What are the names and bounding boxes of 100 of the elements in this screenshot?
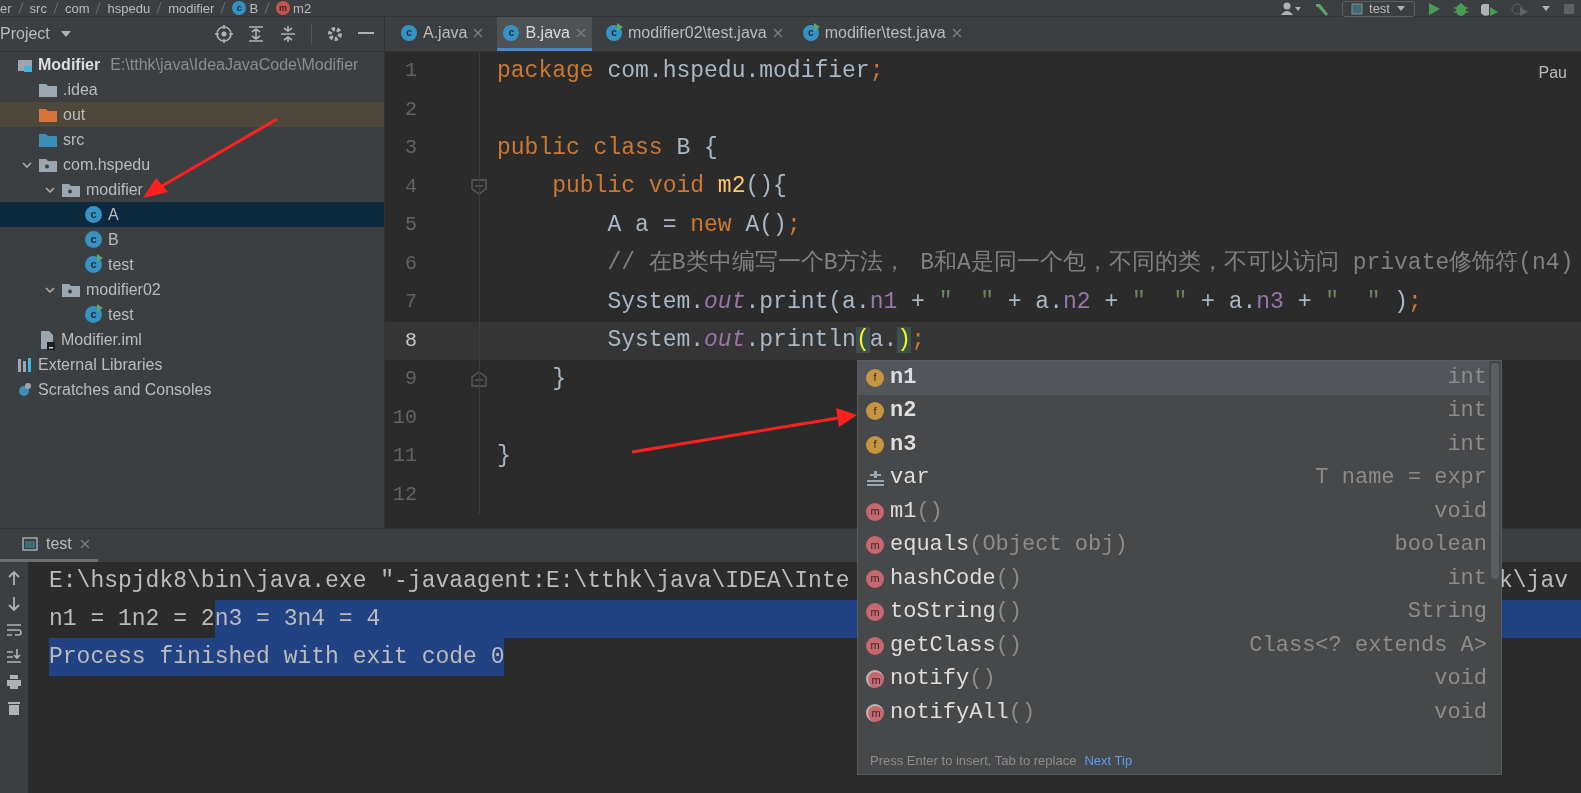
breadcrumb[interactable]: B (249, 1, 259, 15)
completion-item[interactable]: f n2 int (858, 394, 1489, 428)
tree-item[interactable]: c A (0, 202, 384, 227)
tree-item[interactable]: Modifier.iml (0, 327, 384, 352)
item-name: toString (890, 601, 996, 624)
print-icon[interactable] (6, 674, 22, 690)
method-icon: m (866, 536, 884, 555)
method-icon: m (866, 636, 884, 655)
tree-item[interactable]: .idea (0, 77, 384, 102)
tree-item[interactable]: modifier02 (0, 277, 384, 302)
breadcrumb[interactable]: com (64, 1, 90, 15)
completion-item[interactable]: m getClass() Class<? extends A> (858, 629, 1489, 663)
method-icon: m (866, 703, 884, 722)
run-icon[interactable] (1427, 1, 1441, 16)
item-name: n2 (890, 400, 917, 423)
line-number: 5 (404, 212, 417, 239)
field-icon: f (866, 368, 884, 387)
caret-icon (1396, 4, 1406, 13)
debug-icon[interactable] (1453, 1, 1469, 16)
breadcrumb[interactable]: m2 (293, 1, 312, 15)
minimize-icon[interactable] (358, 32, 374, 36)
completion-item[interactable]: var T name = expr (858, 461, 1489, 495)
tree-item[interactable]: c B (0, 227, 384, 252)
editor-tab[interactable]: c A.java (395, 17, 490, 51)
tree-item[interactable]: Modifier E:\tthk\java\IdeaJavaCode\Modifier (0, 52, 384, 77)
settings-icon[interactable] (326, 25, 344, 43)
item-params: () (969, 668, 996, 691)
line-number: 2 (404, 96, 417, 123)
item-type: String (1407, 601, 1487, 624)
item-name: n1 (890, 366, 917, 389)
collapse-all-icon[interactable] (279, 25, 297, 43)
code-line: public void m2(){ (551, 175, 787, 199)
breadcrumb[interactable]: src (29, 1, 47, 15)
item-type: int (1447, 366, 1487, 389)
package-icon (62, 182, 80, 197)
completion-item[interactable]: f n1 int (858, 361, 1489, 395)
completion-item[interactable]: f n3 int (858, 428, 1489, 462)
line-number: 7 (404, 289, 417, 316)
field-icon: f (866, 402, 884, 421)
completion-item[interactable]: m equals(Object obj) boolean (858, 528, 1489, 562)
close-icon[interactable] (473, 27, 484, 38)
close-icon[interactable] (79, 539, 90, 549)
line-number: 11 (392, 443, 417, 470)
separator-icon (15, 1, 26, 15)
close-icon[interactable] (772, 27, 783, 38)
editor-tab[interactable]: c modifier\test.java (796, 17, 968, 51)
editor-tab[interactable]: c B.java (497, 17, 592, 51)
scroll-to-end-icon[interactable] (6, 648, 22, 664)
project-view-dropdown[interactable]: Project (0, 17, 80, 51)
line-number: 9 (404, 366, 417, 393)
runnable-class-icon: c (605, 24, 622, 41)
item-type: T name = expr (1315, 467, 1487, 490)
tab-label: modifier02\test.java (627, 22, 767, 43)
item-type: boolean (1394, 534, 1487, 557)
tree-item[interactable]: com.hspedu (0, 152, 384, 177)
user-icon[interactable] (1280, 1, 1303, 16)
down-arrow-icon[interactable] (6, 596, 22, 612)
item-name: hashCode (890, 567, 996, 590)
completion-item[interactable]: m hashCode() int (858, 562, 1489, 596)
breadcrumb[interactable]: hspedu (107, 1, 151, 15)
class-icon: c (85, 206, 102, 223)
runnable-class-icon: c (802, 24, 819, 41)
code-line: } (551, 367, 566, 391)
tree-item[interactable]: External Libraries (0, 352, 384, 377)
tree-item[interactable]: out (0, 102, 384, 127)
completion-item[interactable]: m notifyAll() void (858, 696, 1489, 730)
tree-item[interactable]: src (0, 127, 384, 152)
class-icon: c (401, 24, 417, 41)
up-arrow-icon[interactable] (6, 570, 22, 586)
tree-item[interactable]: Scratches and Consoles (0, 377, 384, 402)
breadcrumb[interactable]: modifier (168, 1, 215, 15)
scratches-icon (18, 381, 32, 398)
close-icon[interactable] (951, 27, 962, 38)
separator-icon (262, 1, 273, 15)
completion-item[interactable]: m m1() void (858, 495, 1489, 529)
breadcrumb[interactable]: er (0, 1, 12, 15)
console-text: E:\hspjdk8\bin\java.exe "-javaagent:E:\tthk\java\IDEA\Inte (49, 566, 850, 596)
item-type: void (1434, 500, 1487, 523)
item-type: int (1447, 567, 1487, 590)
trash-icon[interactable] (6, 700, 22, 716)
class-icon: c (232, 1, 247, 15)
tree-item[interactable]: c test (0, 252, 384, 277)
locate-icon[interactable] (215, 25, 233, 43)
soft-wrap-icon[interactable] (6, 622, 22, 638)
caret-icon[interactable] (1541, 4, 1551, 13)
method-icon: m (866, 670, 884, 689)
tree-item[interactable]: modifier (0, 177, 384, 202)
next-tip-link[interactable]: Next Tip (1084, 750, 1133, 771)
separator-icon (218, 1, 229, 15)
line-number: 8 (404, 327, 417, 354)
item-type: int (1447, 400, 1487, 423)
completion-item[interactable]: m toString() String (858, 595, 1489, 629)
tree-item[interactable]: c test (0, 302, 384, 327)
line-number: 12 (392, 481, 417, 508)
coverage-icon[interactable] (1481, 1, 1499, 16)
item-type: Class<? extends A> (1249, 634, 1487, 657)
editor-tab[interactable]: c modifier02\test.java (599, 17, 789, 51)
completion-item[interactable]: m notify() void (858, 662, 1489, 696)
item-name: getClass (890, 634, 996, 657)
expand-all-icon[interactable] (247, 25, 265, 43)
